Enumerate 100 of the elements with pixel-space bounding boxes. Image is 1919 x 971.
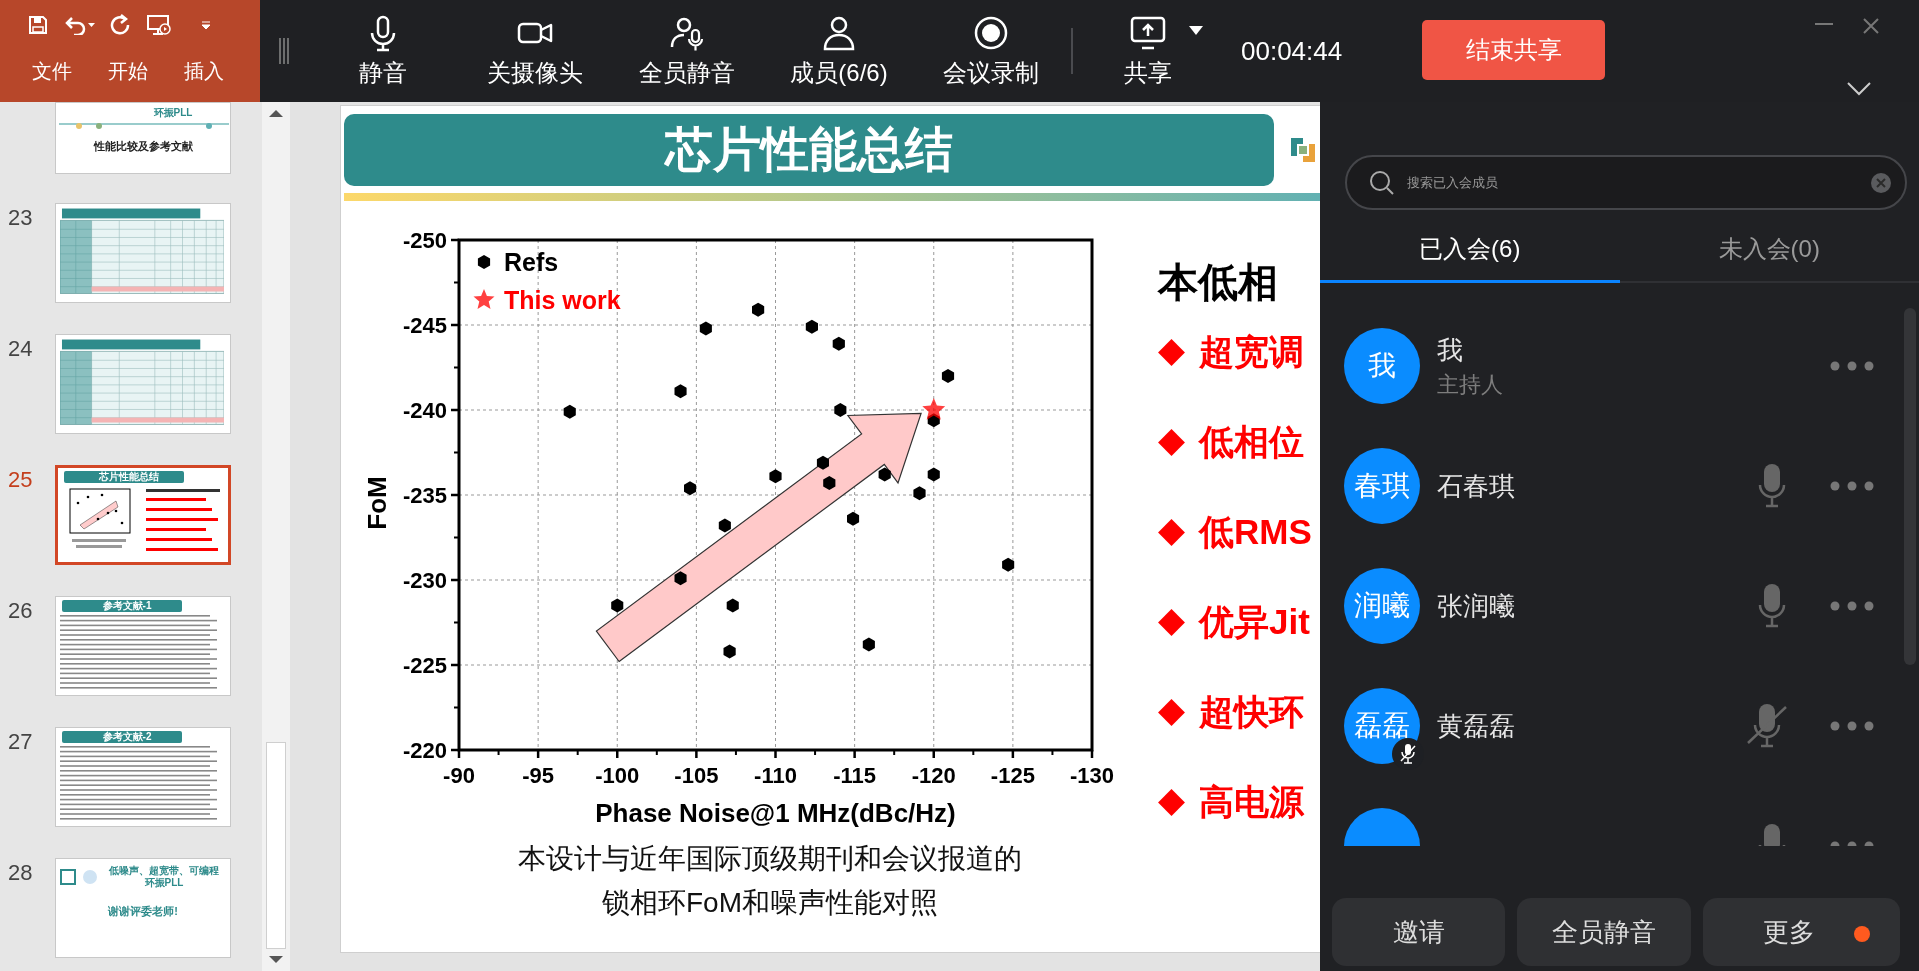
slide-number: 24 [8,336,33,361]
toolbar-button[interactable]: 全员静音 [611,0,763,102]
data-point [832,336,845,351]
avatar: 润曦 [1344,568,1420,644]
slide-thumbnail[interactable]: 参考文献-2 [55,727,231,827]
data-point [878,467,891,482]
more-options-icon[interactable] [1830,601,1874,611]
toolbar-button[interactable]: 关摄像头 [459,0,611,102]
y-tick-label: -240 [402,398,447,423]
data-point [927,467,940,482]
y-tick-label: -230 [402,568,447,593]
x-tick-label: -110 [754,763,797,788]
ribbon-tab[interactable]: 插入 [180,58,228,85]
bullet-text: 低相位 [1199,420,1304,463]
bullet-text: 优异Jit [1199,600,1310,643]
data-point [726,598,739,613]
chevron-down-icon[interactable] [1847,82,1871,96]
data-point [752,302,765,317]
ribbon-tab[interactable]: 文件 [28,58,76,85]
caret-icon [1189,26,1203,35]
data-point [723,644,736,659]
toolbar-button[interactable]: 成员(6/6) [763,0,915,102]
legend-label: This work [504,286,621,314]
thumbnail-title: 参考文献-2 [62,731,182,743]
thumbnail-title: 参考文献-1 [62,600,182,612]
data-point [674,571,687,586]
thumbnail-text: 环振PLL [152,107,194,119]
x-tick-label: -120 [911,763,956,788]
logo-icon [60,869,98,885]
member-name: 我 [1437,333,1464,367]
toolbar-button[interactable]: 静音 [307,0,459,102]
x-tick-label: -100 [595,763,640,788]
minimize-icon[interactable] [1815,22,1833,26]
y-tick-label: -225 [402,653,447,678]
hexagon-icon [477,255,491,269]
thumbnail-text: 环振PLL [143,877,185,889]
bullet-text: 低RMS [1199,510,1312,553]
panel-button[interactable]: 邀请 [1332,898,1506,966]
avatar: 春琪 [1344,448,1420,524]
slide-number: 27 [8,729,33,754]
search-icon [1369,169,1395,196]
slide-thumbnail[interactable]: 环振PLL 性能比较及参考文献 [55,102,231,174]
more-options-icon[interactable] [1830,481,1874,491]
bullet-text: 超快环 [1199,690,1304,733]
ribbon-tab[interactable]: 开始 [104,58,152,85]
y-tick-label: -235 [402,483,447,508]
clear-icon[interactable] [1871,172,1891,193]
slide-number: 28 [8,860,33,885]
presentation-icon[interactable] [146,14,172,36]
slide-heading: 本低相 [1158,259,1279,306]
slide-thumbnail[interactable]: 参考文献-1 [55,596,231,696]
meeting-timer: 00:04:44 [1241,35,1344,67]
slide-number: 23 [8,205,33,230]
scroll-down-icon[interactable] [268,955,284,965]
panel-button[interactable]: 全员静音 [1517,898,1691,966]
bullet-text: 高电源 [1199,780,1304,823]
more-options-icon[interactable] [1830,721,1874,731]
scrollbar-thumb[interactable] [266,742,286,949]
data-point [1002,557,1015,572]
bullet-text: 超宽调 [1199,330,1304,373]
data-point [684,481,697,496]
thumbnail-text: 性能比较及参考文献 [92,139,194,154]
data-point [816,455,829,470]
x-tick-label: -90 [443,763,475,788]
member-tab[interactable]: 已入会(6) [1320,218,1620,283]
member-role: 主持人 [1437,370,1504,399]
slide-thumbnail[interactable] [55,334,231,434]
member-tab[interactable]: 未入会(0) [1619,218,1919,283]
data-point [718,518,731,533]
grip-icon[interactable] [277,38,290,64]
x-tick-label: -95 [522,763,554,788]
search-field[interactable]: 搜索已入会成员 [1345,155,1907,210]
microphone-icon[interactable] [1757,463,1787,509]
y-tick-label: -245 [402,313,447,338]
search-input[interactable]: 搜索已入会成员 [1405,174,1871,191]
scroll-up-icon[interactable] [268,108,284,118]
x-tick-label: -105 [674,763,719,788]
muted-microphone-icon[interactable] [1747,703,1787,749]
close-icon[interactable] [1863,18,1879,34]
x-tick-label: -115 [833,763,877,788]
slide-thumbnail[interactable]: 芯片性能总结 [55,465,231,565]
slide-number: 26 [8,598,33,623]
save-icon[interactable] [28,15,48,35]
data-point [823,476,836,491]
microphone-icon[interactable] [1757,583,1787,629]
slide-title: 芯片性能总结 [344,114,1274,186]
customize-dropdown-icon[interactable] [200,19,212,31]
toolbar-button[interactable]: 会议录制 [915,0,1067,102]
panel-button[interactable]: 更多 [1702,898,1900,966]
more-options-icon[interactable] [1830,361,1874,371]
slide-thumbnail[interactable] [55,203,231,303]
slide-thumbnail[interactable]: 低噪声、超宽带、可编程 环振PLL 谢谢评委老师! [55,858,231,958]
logo-icon [1288,135,1318,165]
data-point [862,637,875,652]
chart-caption: 本设计与近年国际顶级期刊和会议报道的 锁相环FoM和噪声性能对照 [517,842,1023,920]
member-name: 张润曦 [1437,589,1516,623]
share-button[interactable]: 共享 [1083,0,1213,102]
data-point [611,598,624,613]
thumbnail-text: 低噪声、超宽带、可编程 [108,865,220,877]
redo-icon[interactable] [110,14,132,36]
